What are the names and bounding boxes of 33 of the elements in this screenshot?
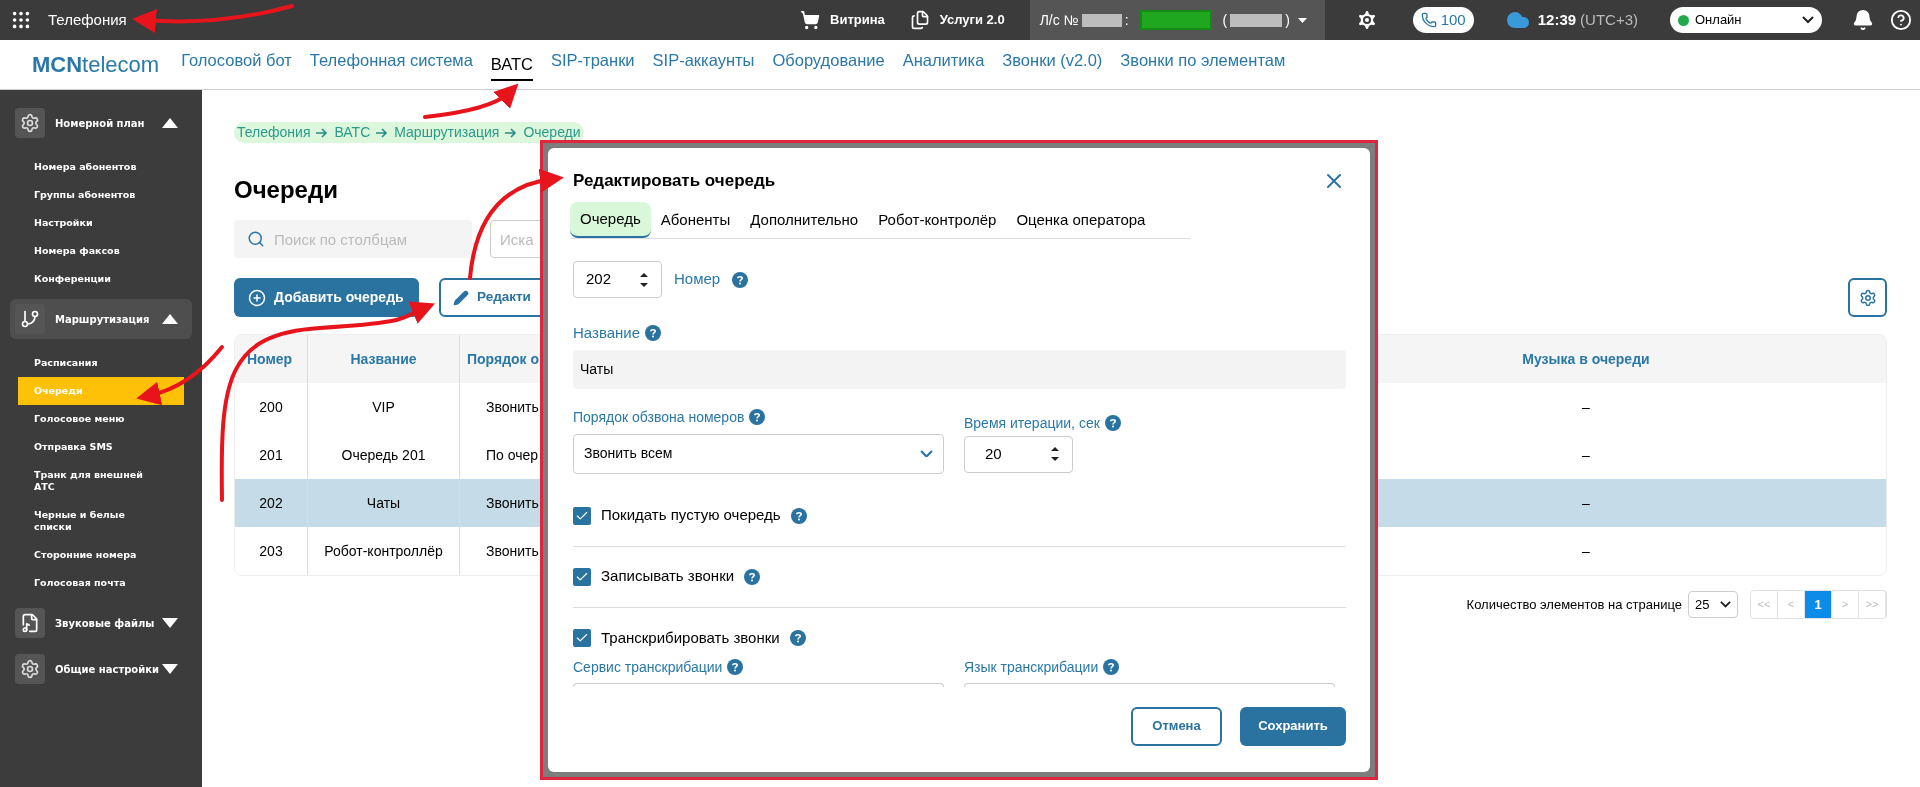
table-cell-text: Очередь 201 [341, 445, 426, 465]
close-paren: ) [1285, 10, 1290, 30]
checkbox-label: Транскрибировать звонки [601, 627, 780, 648]
table-cell-text: – [1582, 397, 1590, 417]
table-cell-text: Звонить [486, 541, 539, 561]
table-cell-text: Звонить [486, 493, 539, 513]
field-label: Номер [674, 269, 721, 290]
dialog-title: Редактировать очередь [573, 170, 776, 193]
table-cell-text: 201 [259, 445, 283, 465]
table-cell-text: 202 [259, 493, 283, 513]
table-cell-text: Чаты [366, 493, 401, 513]
open-paren: ( [1222, 10, 1228, 30]
table-cell-text: Звонить [486, 397, 539, 417]
table-cell-text: 200 [259, 397, 283, 417]
checkbox-label: Покидать пустую очередь [601, 505, 781, 526]
field-label: Язык транскрибации [964, 657, 1099, 677]
field-label: Время итерации, сек [964, 413, 1100, 433]
account-label: Л/с № [1039, 10, 1079, 30]
table-cell-text: 203 [259, 541, 283, 561]
field-label: Название [573, 323, 641, 343]
table-cell-text: По очер [486, 445, 539, 465]
table-cell-text: – [1582, 493, 1590, 513]
field-label: Сервис транскрибации [573, 657, 723, 677]
table-cell-text: VIP [372, 397, 395, 417]
timezone: (UTC+3) [1580, 9, 1638, 30]
clock-time: 12:39 [1537, 9, 1577, 30]
separator: : [1124, 10, 1129, 30]
page-size-label: Количество элементов на странице [1466, 595, 1682, 614]
table-cell-text: – [1582, 445, 1590, 465]
page-title: Очереди [234, 175, 338, 202]
table-cell-text: Робот-контроллёр [324, 541, 443, 561]
table-cell-text: – [1582, 541, 1590, 561]
field-label: Порядок обзвона номеров [573, 407, 745, 427]
